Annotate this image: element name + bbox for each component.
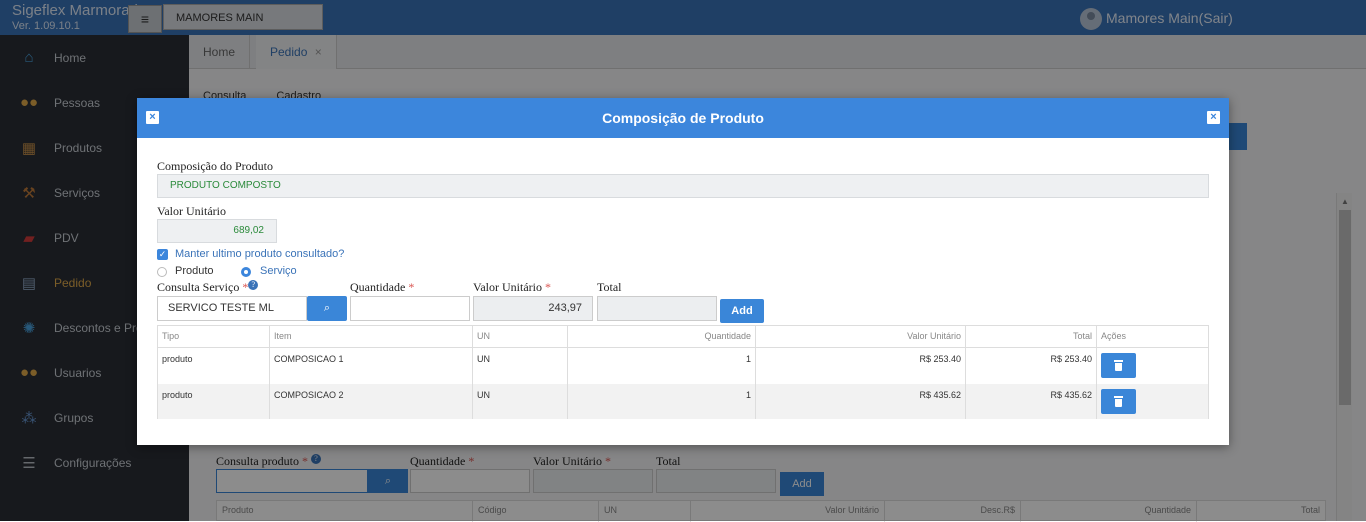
- modal-header: Composição de Produto: [137, 98, 1229, 138]
- cell-valor: R$ 253.40: [756, 348, 966, 384]
- cell-total: R$ 253.40: [966, 348, 1097, 384]
- consulta-servico-label: Consulta Serviço *?: [157, 280, 259, 295]
- cell-quantidade: 1: [568, 384, 756, 419]
- cell-un: UN: [473, 384, 568, 419]
- cell-total: R$ 435.62: [966, 384, 1097, 419]
- column-header[interactable]: UN: [473, 326, 568, 347]
- valor-unitario2-input: 243,97: [473, 296, 593, 321]
- required-mark: *: [408, 280, 415, 294]
- column-header[interactable]: Tipo: [158, 326, 270, 347]
- table-header-row: Tipo Item UN Quantidade Valor Unitário T…: [158, 326, 1208, 348]
- cell-un: UN: [473, 348, 568, 384]
- column-header[interactable]: Ações: [1097, 326, 1208, 347]
- table-row: produto COMPOSICAO 2 UN 1 R$ 435.62 R$ 4…: [158, 384, 1208, 419]
- valor-unitario-field: 689,02: [157, 219, 277, 243]
- composicao-label: Composição do Produto: [157, 159, 273, 173]
- composicao-modal: Composição de Produto × × Composição do …: [137, 98, 1229, 445]
- valor-unitario2-label: Valor Unitário *: [473, 280, 551, 295]
- add-service-button[interactable]: Add: [720, 299, 764, 323]
- column-header[interactable]: Item: [270, 326, 473, 347]
- cell-acoes: [1097, 384, 1208, 419]
- close-icon[interactable]: ×: [1207, 111, 1220, 124]
- label-text: Quantidade: [350, 280, 406, 294]
- cell-acoes: [1097, 348, 1208, 384]
- column-header[interactable]: Quantidade: [568, 326, 756, 347]
- radio-produto-label[interactable]: Produto: [175, 265, 214, 277]
- delete-row-button[interactable]: [1101, 353, 1136, 378]
- manter-label[interactable]: Manter ultimo produto consultado?: [175, 248, 344, 260]
- consulta-servico-input[interactable]: SERVICO TESTE ML: [157, 296, 307, 321]
- column-header[interactable]: Valor Unitário: [756, 326, 966, 347]
- radio-servico-label[interactable]: Serviço: [260, 265, 297, 277]
- cell-item: COMPOSICAO 1: [270, 348, 473, 384]
- delete-row-button[interactable]: [1101, 389, 1136, 414]
- cell-item: COMPOSICAO 2: [270, 384, 473, 419]
- total-label: Total: [597, 280, 622, 294]
- total-input: [597, 296, 717, 321]
- search-service-button[interactable]: ⌕: [307, 296, 347, 321]
- column-header[interactable]: Total: [966, 326, 1097, 347]
- quantidade-label: Quantidade *: [350, 280, 414, 295]
- cell-tipo: produto: [158, 384, 270, 419]
- composition-table: Tipo Item UN Quantidade Valor Unitário T…: [157, 325, 1209, 419]
- cell-valor: R$ 435.62: [756, 384, 966, 419]
- valor-unitario-label: Valor Unitário: [157, 204, 226, 218]
- label-text: Valor Unitário: [473, 280, 542, 294]
- manter-checkbox[interactable]: ✓: [157, 249, 168, 260]
- radio-produto[interactable]: [157, 267, 167, 277]
- table-row: produto COMPOSICAO 1 UN 1 R$ 253.40 R$ 2…: [158, 348, 1208, 384]
- search-icon: ⌕: [323, 302, 331, 314]
- quantidade-input[interactable]: [350, 296, 470, 321]
- close-icon[interactable]: ×: [146, 111, 159, 124]
- radio-servico[interactable]: [241, 267, 251, 277]
- help-icon[interactable]: ?: [248, 280, 259, 290]
- label-text: Consulta Serviço: [157, 280, 240, 294]
- composicao-field: PRODUTO COMPOSTO: [157, 174, 1209, 198]
- required-mark: *: [544, 280, 551, 294]
- cell-tipo: produto: [158, 348, 270, 384]
- cell-quantidade: 1: [568, 348, 756, 384]
- modal-title: Composição de Produto: [602, 110, 764, 126]
